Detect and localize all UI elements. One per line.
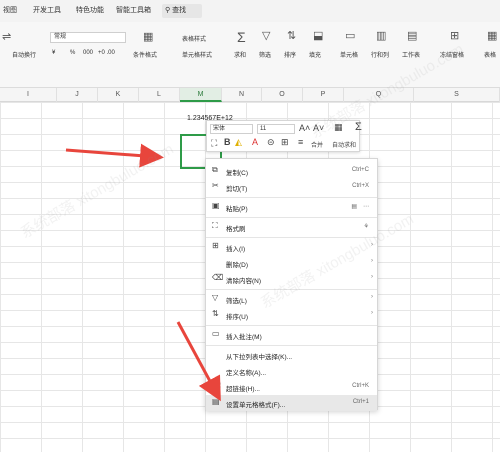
arrow-to-cell <box>65 143 164 168</box>
annotation-arrows <box>65 143 221 402</box>
arrow-to-format-cells <box>176 321 221 402</box>
